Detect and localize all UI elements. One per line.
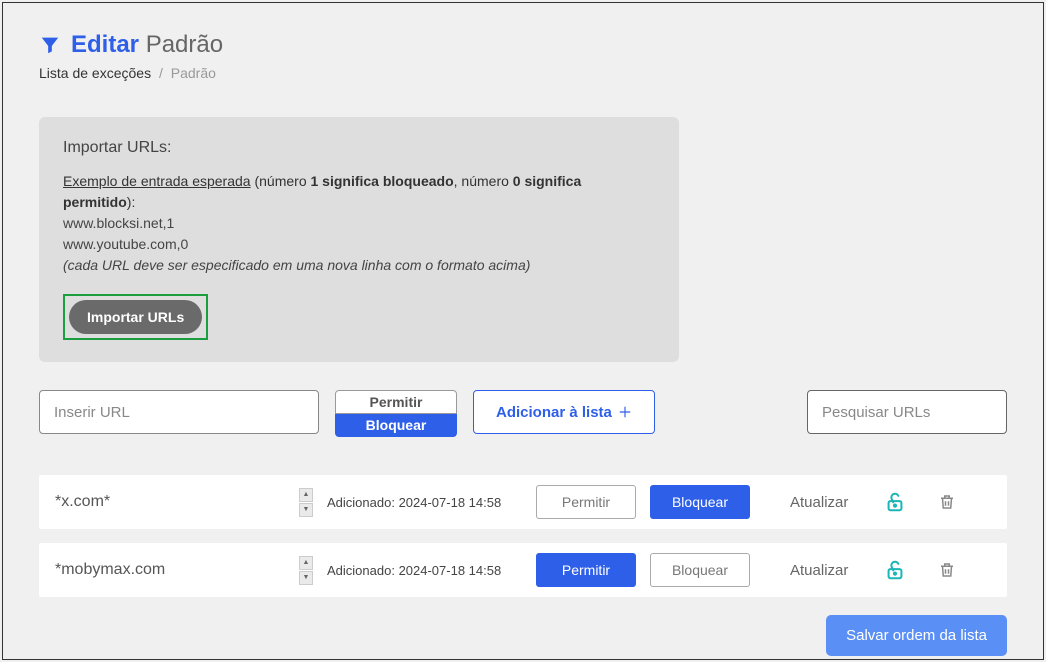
table-row: *mobymax.com ▲ ▼ Adicionado: 2024-07-18 … xyxy=(39,543,1007,597)
toggle-permit[interactable]: Permitir xyxy=(335,390,457,414)
order-stepper: ▲ ▼ xyxy=(299,556,313,585)
example-link[interactable]: Exemplo de entrada esperada xyxy=(63,173,251,189)
import-button-highlight: Importar URLs xyxy=(63,294,208,340)
add-to-list-button[interactable]: Adicionar à lista xyxy=(473,390,655,434)
permit-block-toggle: Permitir Bloquear xyxy=(335,390,457,437)
import-urls-button[interactable]: Importar URLs xyxy=(69,300,202,334)
order-stepper: ▲ ▼ xyxy=(299,488,313,517)
app-window: Editar Padrão Lista de exceções / Padrão… xyxy=(2,2,1044,660)
example-line-2: www.youtube.com,0 xyxy=(63,234,655,255)
step-down[interactable]: ▼ xyxy=(299,503,313,517)
plus-icon xyxy=(618,405,632,419)
added-cell: Adicionado: 2024-07-18 14:58 xyxy=(327,563,522,578)
import-note: (cada URL deve ser especificado em uma n… xyxy=(63,255,655,276)
breadcrumb-current: Padrão xyxy=(171,65,216,81)
update-link[interactable]: Atualizar xyxy=(790,494,848,511)
block-button[interactable]: Bloquear xyxy=(650,485,750,519)
step-up[interactable]: ▲ xyxy=(299,556,313,570)
add-button-label: Adicionar à lista xyxy=(496,404,612,421)
page-title: Editar Padrão xyxy=(71,31,223,59)
added-cell: Adicionado: 2024-07-18 14:58 xyxy=(327,495,522,510)
title-light: Padrão xyxy=(146,31,223,58)
step-down[interactable]: ▼ xyxy=(299,571,313,585)
permit-button[interactable]: Permitir xyxy=(536,485,636,519)
table-row: *x.com* ▲ ▼ Adicionado: 2024-07-18 14:58… xyxy=(39,475,1007,529)
url-cell: *x.com* xyxy=(55,493,285,511)
filter-icon xyxy=(39,34,61,56)
example-line-1: www.blocksi.net,1 xyxy=(63,213,655,234)
update-link[interactable]: Atualizar xyxy=(790,562,848,579)
trash-icon[interactable] xyxy=(938,560,956,580)
block-button[interactable]: Bloquear xyxy=(650,553,750,587)
save-order-button[interactable]: Salvar ordem da lista xyxy=(826,615,1007,656)
page-header: Editar Padrão xyxy=(39,31,1007,59)
breadcrumb: Lista de exceções / Padrão xyxy=(39,65,1007,81)
trash-icon[interactable] xyxy=(938,492,956,512)
import-heading: Importar URLs: xyxy=(63,139,655,157)
url-input[interactable] xyxy=(39,390,319,434)
step-up[interactable]: ▲ xyxy=(299,488,313,502)
unlock-icon[interactable] xyxy=(884,490,906,514)
search-input[interactable] xyxy=(807,390,1007,434)
toggle-block[interactable]: Bloquear xyxy=(335,414,457,437)
breadcrumb-sep: / xyxy=(159,65,163,81)
title-strong: Editar xyxy=(71,31,139,58)
url-cell: *mobymax.com xyxy=(55,561,285,579)
import-panel: Importar URLs: Exemplo de entrada espera… xyxy=(39,117,679,362)
controls-row: Permitir Bloquear Adicionar à lista xyxy=(39,390,1007,437)
import-description: Exemplo de entrada esperada (número 1 si… xyxy=(63,171,655,213)
permit-button[interactable]: Permitir xyxy=(536,553,636,587)
unlock-icon[interactable] xyxy=(884,558,906,582)
breadcrumb-root[interactable]: Lista de exceções xyxy=(39,65,151,81)
